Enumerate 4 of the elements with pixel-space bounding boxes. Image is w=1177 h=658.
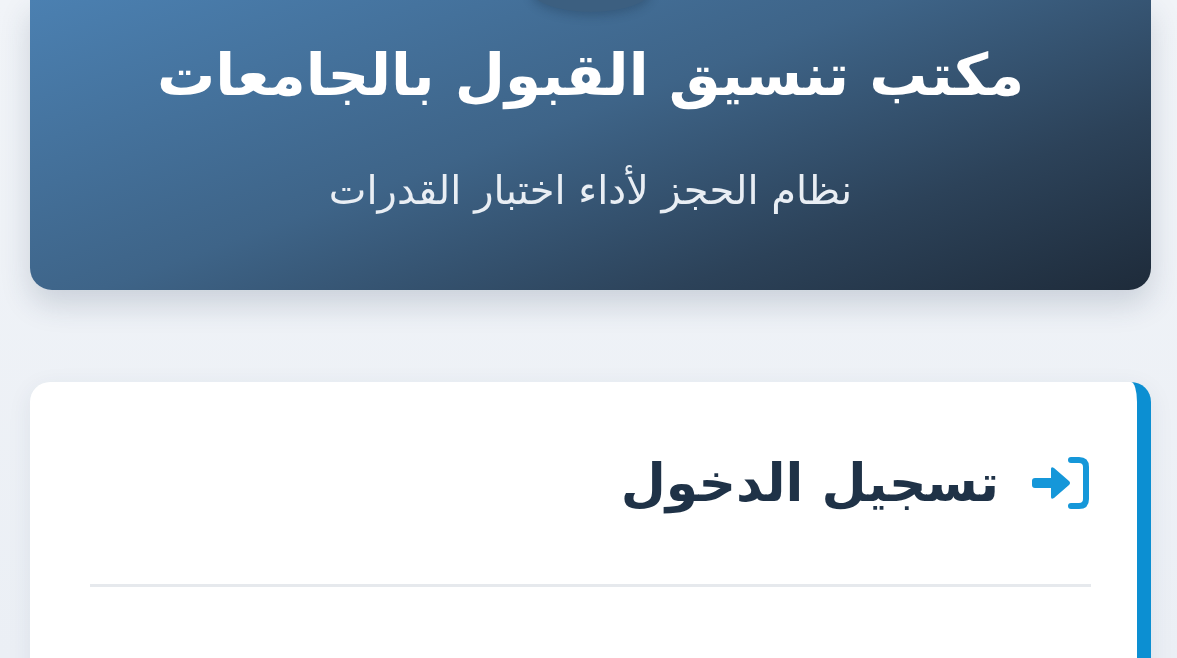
header-title: مكتب تنسيق القبول بالجامعات (156, 40, 1025, 112)
login-icon (1029, 456, 1091, 510)
header-subtitle: نظام الحجز لأداء اختبار القدرات (328, 164, 853, 216)
login-heading: تسجيل الدخول (620, 452, 999, 516)
